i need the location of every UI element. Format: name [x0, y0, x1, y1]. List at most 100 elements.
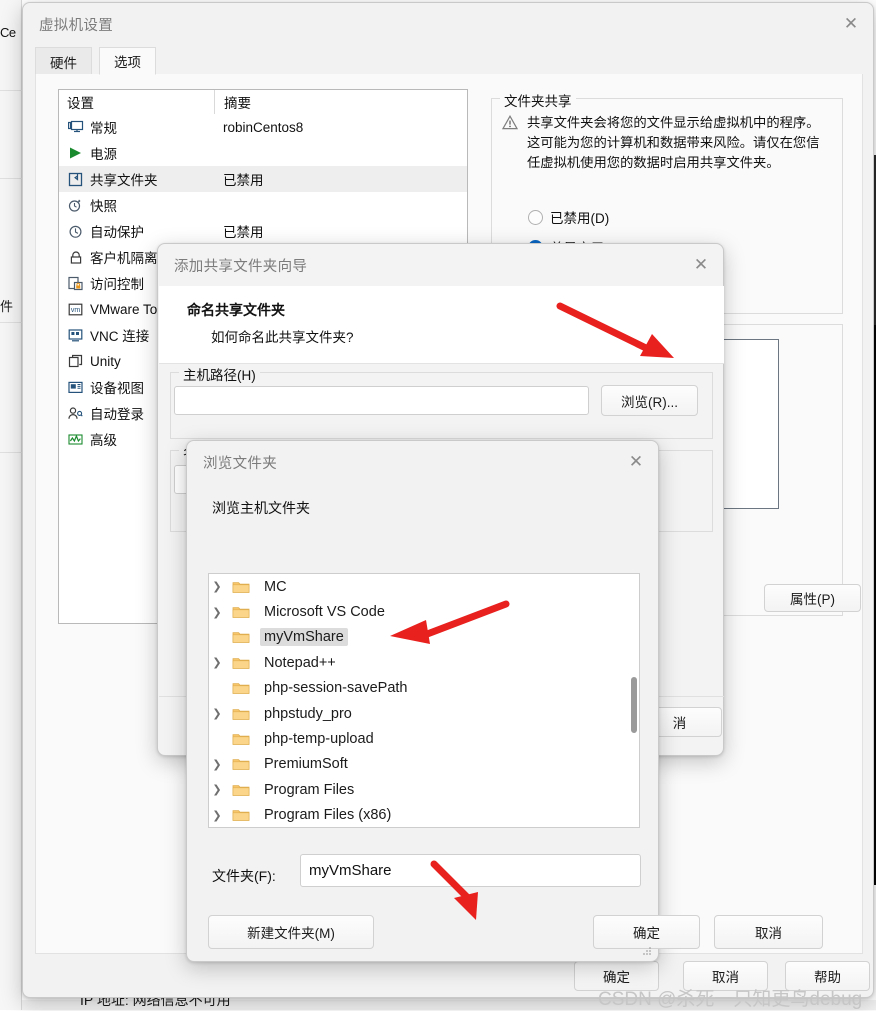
browse-dialog-subheading: 浏览主机文件夹 — [212, 498, 310, 518]
chevron-right-icon[interactable]: ❯ — [209, 580, 225, 593]
close-icon[interactable]: ✕ — [829, 4, 873, 44]
clock-tool-icon — [67, 197, 84, 214]
folder-icon — [232, 580, 254, 594]
vm-settings-titlebar[interactable]: 虚拟机设置 ✕ — [23, 3, 873, 45]
new-folder-button-label: 新建文件夹(M) — [247, 922, 335, 942]
properties-button[interactable]: 属性(P) — [764, 584, 861, 612]
vm-tools-icon: vm — [67, 301, 84, 318]
tree-item-label: php-temp-upload — [260, 730, 378, 748]
settings-row-label: 自动保护 — [90, 221, 144, 241]
folder-icon — [232, 783, 254, 797]
settings-row-shared-folders[interactable]: 共享文件夹 已禁用 — [59, 166, 467, 192]
radio-circle-icon — [528, 210, 543, 225]
settings-row-label: 设备视图 — [90, 377, 144, 397]
host-path-input[interactable] — [174, 386, 589, 415]
settings-row-autoprotect[interactable]: 自动保护 已禁用 — [59, 218, 467, 244]
tab-hardware[interactable]: 硬件 — [35, 47, 92, 75]
wizard-subheading: 如何命名此共享文件夹? — [211, 326, 354, 346]
settings-row-label: 快照 — [90, 195, 117, 215]
lock-icon — [67, 249, 84, 266]
chevron-right-icon[interactable]: ❯ — [209, 656, 225, 669]
settings-row-label: 客户机隔离 — [90, 247, 158, 267]
browse-cancel-button[interactable]: 取消 — [714, 915, 823, 949]
tree-item-selected[interactable]: myVmShare — [209, 625, 639, 650]
close-icon[interactable]: ✕ — [679, 245, 723, 285]
settings-row-summary: 已禁用 — [214, 221, 467, 241]
tab-options-label: 选项 — [114, 51, 141, 71]
folder-icon — [232, 732, 254, 746]
folder-icon — [232, 605, 254, 619]
settings-row-label: 自动登录 — [90, 403, 144, 423]
tab-hardware-label: 硬件 — [50, 52, 77, 72]
properties-button-label: 属性(P) — [790, 588, 835, 608]
settings-row-label: Unity — [90, 354, 121, 369]
folder-name-field[interactable]: myVmShare — [300, 854, 641, 887]
tree-item[interactable]: ❯ Program Files (x86) — [209, 803, 639, 828]
clock-icon — [67, 223, 84, 240]
browse-dialog-title: 浏览文件夹 — [203, 452, 277, 473]
vm-settings-help-label: 帮助 — [814, 966, 841, 986]
tree-item[interactable]: ❯ Program Files — [209, 777, 639, 802]
folder-sharing-group-title: 文件夹共享 — [500, 90, 576, 110]
chevron-right-icon[interactable]: ❯ — [209, 707, 225, 720]
advanced-icon — [67, 431, 84, 448]
settings-row-label: 电源 — [90, 143, 117, 163]
folder-icon — [232, 707, 254, 721]
play-icon — [67, 145, 84, 162]
vm-settings-ok-label: 确定 — [603, 966, 630, 986]
host-path-group-title: 主机路径(H) — [179, 364, 260, 384]
close-icon[interactable]: ✕ — [614, 442, 658, 482]
tree-item[interactable]: ❯Notepad++ — [209, 650, 639, 675]
folder-icon — [232, 808, 254, 822]
browse-cancel-label: 取消 — [755, 922, 782, 942]
folder-tree-scrollbar-thumb[interactable] — [631, 677, 637, 733]
settings-row-summary: 已禁用 — [214, 169, 467, 189]
resize-grip-icon[interactable] — [642, 946, 652, 956]
radio-disabled[interactable]: 已禁用(D) — [528, 207, 609, 227]
tree-item[interactable]: php-session-savePath — [209, 676, 639, 701]
vnc-icon — [67, 327, 84, 344]
column-header-setting: 设置 — [59, 92, 214, 112]
tree-item-label: Microsoft VS Code — [260, 603, 389, 621]
folder-icon — [232, 681, 254, 695]
background-side-label: 件 — [0, 296, 22, 315]
tree-item[interactable]: ❯MC — [209, 574, 639, 599]
settings-row-power[interactable]: 电源 — [59, 140, 467, 166]
tree-item-label: Program Files (x86) — [260, 806, 395, 824]
settings-row-label: 高级 — [90, 429, 117, 449]
chevron-right-icon[interactable]: ❯ — [209, 809, 225, 822]
browse-ok-button[interactable]: 确定 — [593, 915, 700, 949]
settings-row-label: 访问控制 — [90, 273, 144, 293]
wizard-title: 添加共享文件夹向导 — [174, 255, 307, 276]
wizard-heading: 命名共享文件夹 — [187, 300, 285, 320]
wizard-titlebar[interactable]: 添加共享文件夹向导 ✕ — [158, 244, 723, 286]
folder-icon — [232, 656, 254, 670]
column-header-summary: 摘要 — [214, 90, 467, 114]
new-folder-button[interactable]: 新建文件夹(M) — [208, 915, 374, 949]
wizard-header: 命名共享文件夹 如何命名此共享文件夹? — [159, 286, 724, 364]
chevron-right-icon[interactable]: ❯ — [209, 606, 225, 619]
folder-tree[interactable]: ❯MC ❯ Microsoft VS Code myVmShare ❯Notepa… — [208, 573, 640, 828]
tree-item[interactable]: ❯PremiumSoft — [209, 752, 639, 777]
unity-icon — [67, 353, 84, 370]
settings-row-general[interactable]: 常规 robinCentos8 — [59, 114, 467, 140]
monitor-icon — [67, 119, 84, 136]
background-vm-name-fragment: Ce — [0, 25, 16, 40]
browse-folder-dialog: 浏览文件夹 ✕ 浏览主机文件夹 ❯MC ❯ Microsoft VS Code m… — [186, 440, 659, 962]
tree-item[interactable]: ❯ Microsoft VS Code — [209, 599, 639, 624]
tab-options[interactable]: 选项 — [99, 47, 156, 75]
browse-ok-label: 确定 — [633, 922, 660, 942]
tree-item[interactable]: ❯phpstudy_pro — [209, 701, 639, 726]
browse-dialog-titlebar[interactable]: 浏览文件夹 ✕ — [187, 441, 658, 483]
tree-item[interactable]: php-temp-upload — [209, 726, 639, 751]
warning-triangle-icon — [502, 115, 518, 173]
browse-button[interactable]: 浏览(R)... — [601, 385, 698, 416]
shared-folder-icon — [67, 171, 84, 188]
browse-button-label: 浏览(R)... — [621, 391, 678, 411]
settings-row-snapshot[interactable]: 快照 — [59, 192, 467, 218]
settings-list-header: 设置 摘要 — [59, 90, 467, 114]
chevron-right-icon[interactable]: ❯ — [209, 758, 225, 771]
radio-disabled-label: 已禁用(D) — [550, 207, 609, 227]
tree-item-label: Program Files — [260, 781, 358, 799]
chevron-right-icon[interactable]: ❯ — [209, 783, 225, 796]
